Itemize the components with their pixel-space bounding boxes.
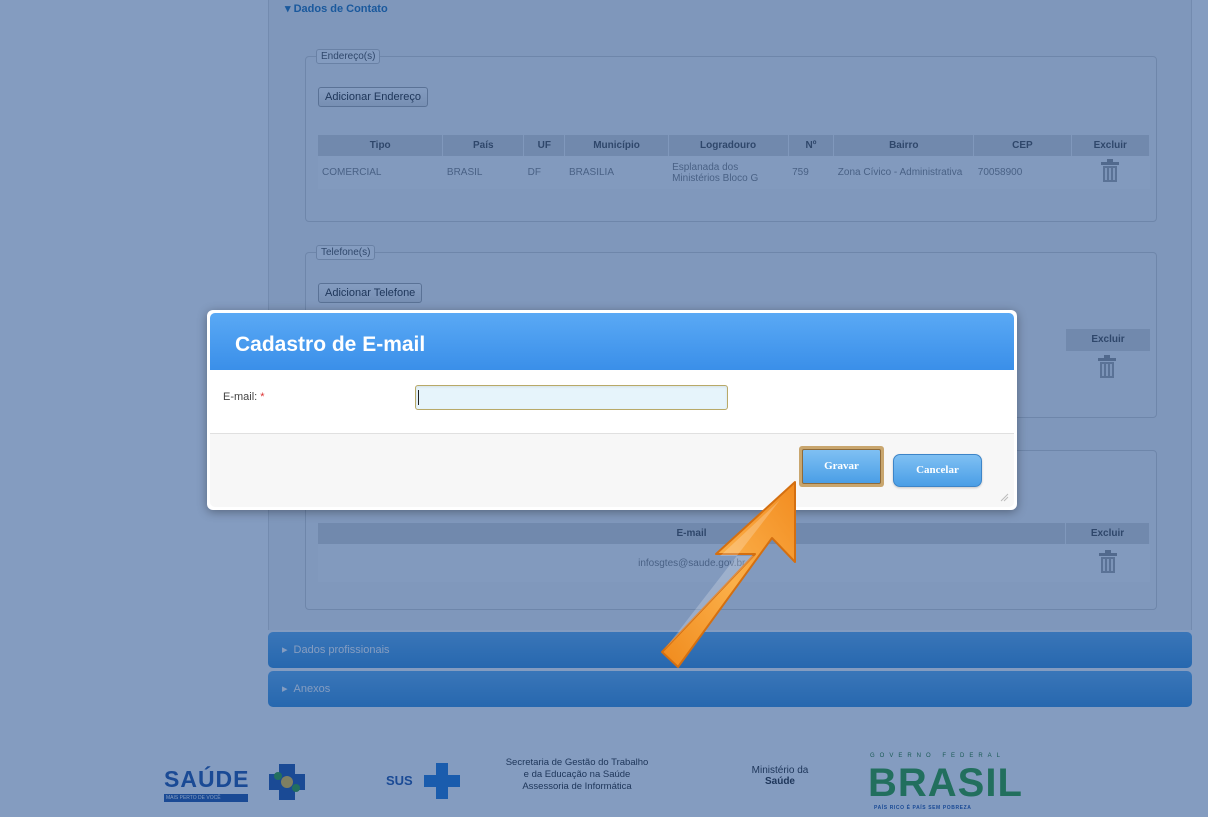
dialog-body: E-mail: * (210, 370, 1014, 434)
email-dialog: Cadastro de E-mail E-mail: * Gravar Canc… (207, 310, 1017, 510)
email-dialog-inner: Cadastro de E-mail E-mail: * Gravar Canc… (210, 313, 1014, 507)
dialog-title: Cadastro de E-mail (235, 333, 426, 356)
dialog-titlebar[interactable]: Cadastro de E-mail (210, 313, 1014, 370)
email-field[interactable] (415, 385, 728, 410)
required-marker: * (260, 391, 265, 403)
resize-grip-icon[interactable] (999, 492, 1009, 502)
email-label: E-mail: * (223, 391, 265, 403)
text-caret (418, 390, 419, 405)
cancel-button[interactable]: Cancelar (893, 454, 982, 487)
pointer-arrow-icon (661, 481, 796, 668)
email-label-text: E-mail: (223, 391, 258, 403)
